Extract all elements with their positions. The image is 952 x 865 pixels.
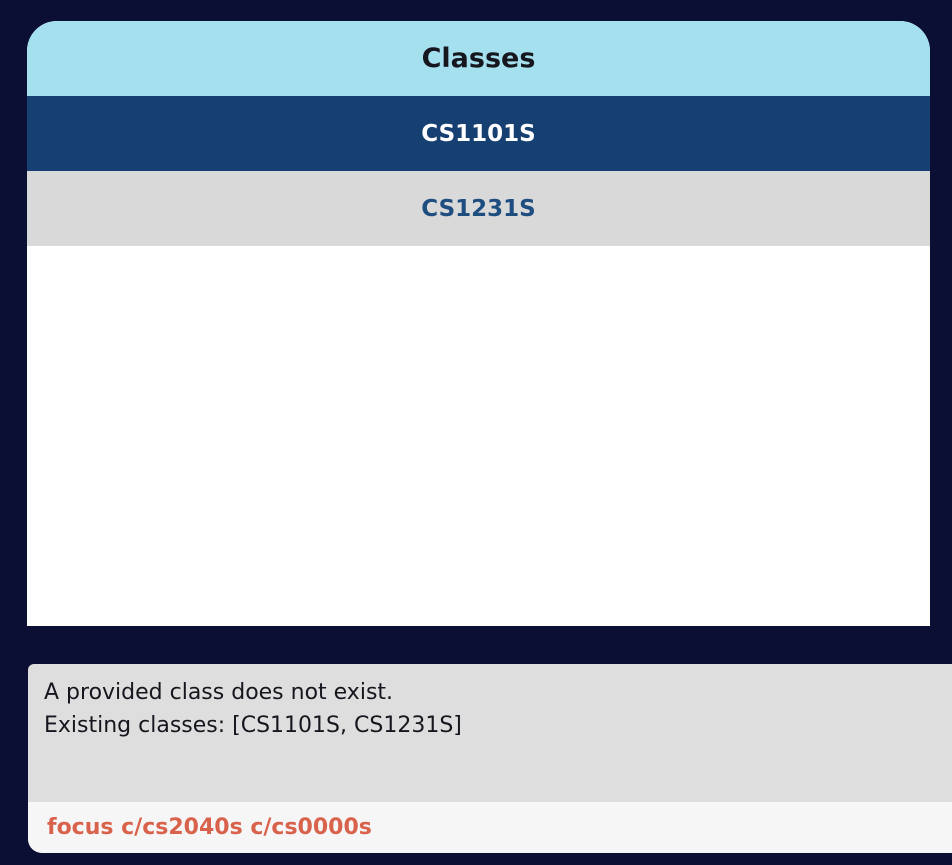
class-list: CS1101S CS1231S [27, 96, 930, 246]
command-box [28, 802, 952, 853]
result-message-line: Existing classes: [CS1101S, CS1231S] [44, 713, 462, 738]
result-message-line: A provided class does not exist. [44, 680, 394, 705]
class-list-item-cs1101s[interactable]: CS1101S [27, 96, 930, 171]
result-display: A provided class does not exist. Existin… [28, 664, 952, 853]
classes-panel-title: Classes [27, 21, 930, 96]
class-list-item-cs1231s[interactable]: CS1231S [27, 171, 930, 246]
command-input[interactable] [47, 815, 907, 840]
result-message: A provided class does not exist. Existin… [28, 664, 952, 790]
classes-panel: Classes CS1101S CS1231S [27, 21, 930, 626]
